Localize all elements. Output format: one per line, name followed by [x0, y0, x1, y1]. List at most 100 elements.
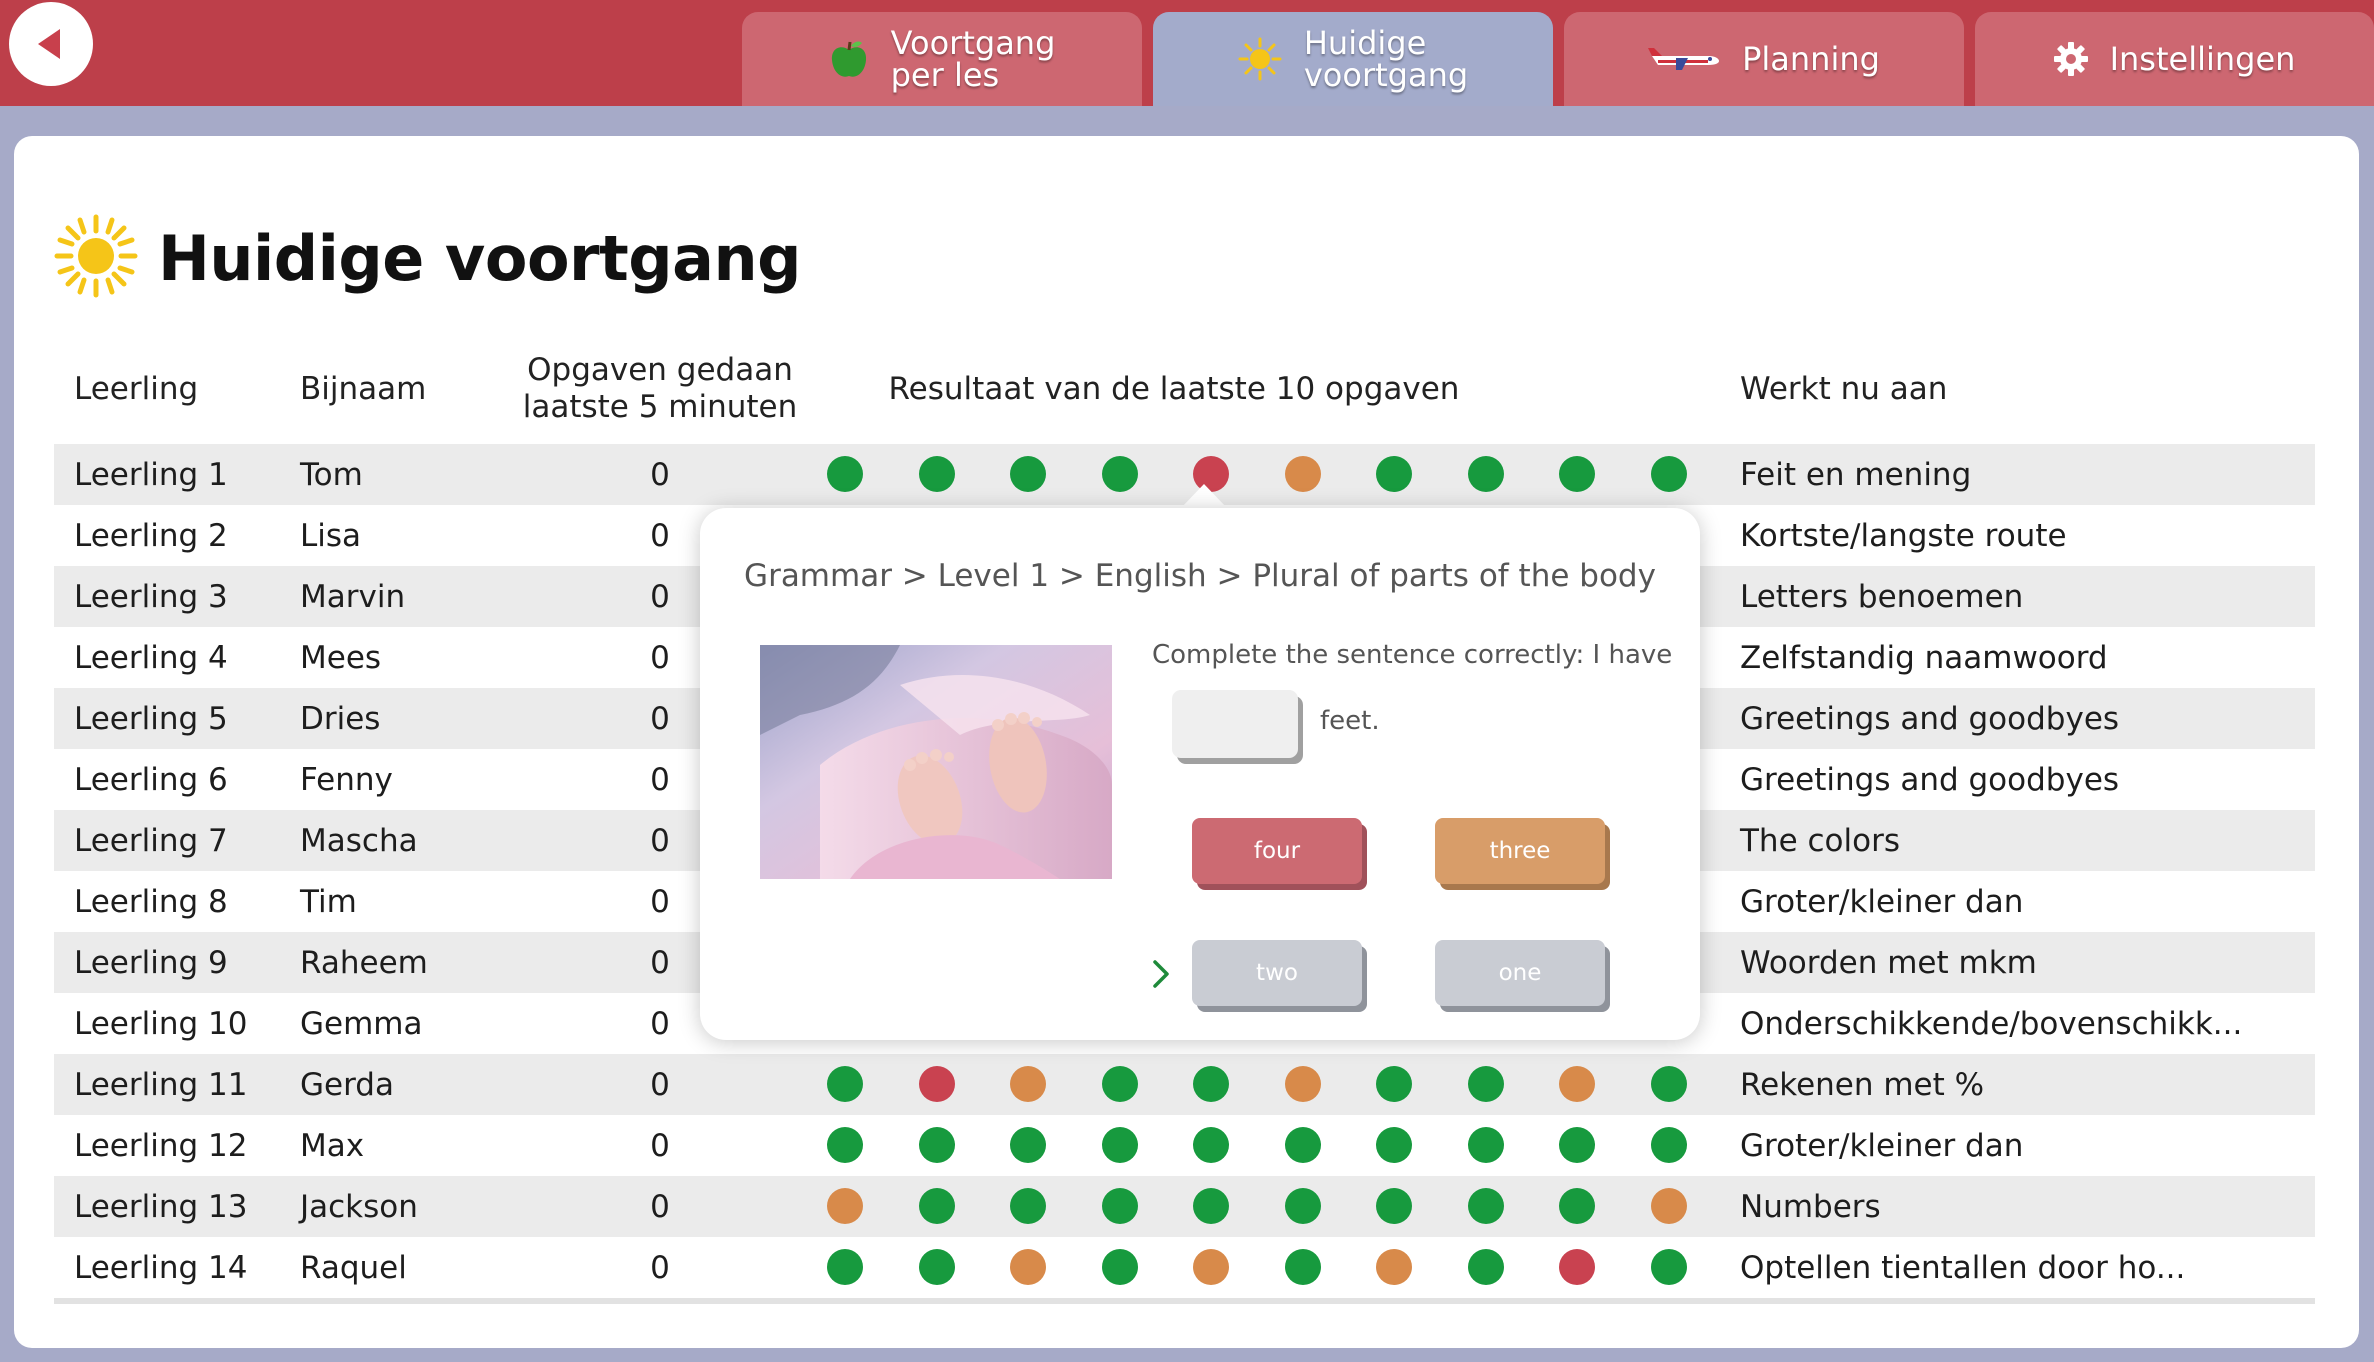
column-header-resultaat: Resultaat van de laatste 10 opgaven [888, 371, 1460, 407]
current-topic: Zelfstandig naamwoord [1740, 639, 2108, 676]
page-header: Huidige voortgang [54, 214, 801, 302]
student-nickname: Jackson [300, 1188, 418, 1225]
result-dot-green[interactable] [1376, 1127, 1412, 1163]
result-dot-green[interactable] [1193, 1066, 1229, 1102]
exercises-count: 0 [650, 1188, 670, 1225]
tab-label: Instellingen [2109, 40, 2296, 78]
exercise-question: Complete the sentence correctly: I have [1152, 640, 1673, 670]
tab-label: Voortgang per les [890, 24, 1056, 94]
table-row[interactable]: Leerling 14 Raquel 0 Optellen tientallen do… [54, 1237, 2315, 1298]
result-dot-red[interactable] [918, 1066, 955, 1102]
student-nickname: Raheem [300, 944, 428, 981]
student-name: Leerling 14 [74, 1249, 248, 1286]
result-dot-green[interactable] [1010, 456, 1046, 492]
result-dot-green[interactable] [1467, 456, 1504, 492]
result-dot-red[interactable] [1559, 1249, 1595, 1285]
choice-two-button[interactable]: two [1192, 940, 1362, 1006]
baby-feet-photo [760, 645, 1112, 879]
result-dot-green[interactable] [1376, 1188, 1412, 1224]
result-dot-green[interactable] [827, 456, 863, 492]
student-name: Leerling 8 [74, 883, 228, 920]
result-dot-green[interactable] [918, 1127, 955, 1163]
exercises-count: 0 [650, 1066, 670, 1103]
result-dot-green[interactable] [1010, 1127, 1046, 1163]
choice-three-button[interactable]: three [1435, 818, 1605, 884]
tab-instellingen[interactable]: Instellingen [1975, 12, 2374, 106]
result-dots [810, 1176, 1687, 1237]
result-dot-green[interactable] [1376, 1066, 1412, 1102]
result-dot-green[interactable] [918, 456, 955, 492]
result-dot-orange[interactable] [1010, 1066, 1046, 1102]
student-nickname: Lisa [300, 517, 362, 554]
result-dot-green[interactable] [827, 1066, 863, 1102]
current-topic: Feit en mening [1740, 456, 1972, 493]
student-nickname: Gemma [300, 1005, 423, 1042]
column-header-bijnaam: Bijnaam [300, 371, 427, 407]
result-dot-green[interactable] [1284, 1249, 1321, 1285]
choice-one-button[interactable]: one [1435, 940, 1605, 1006]
result-dot-green[interactable] [1101, 1127, 1138, 1163]
result-dot-orange[interactable] [1284, 1066, 1321, 1102]
result-dot-green[interactable] [1101, 1249, 1138, 1285]
choice-four-button[interactable]: four [1192, 818, 1362, 884]
tab-voortgang-per-les[interactable]: Voortgang per les [742, 12, 1142, 106]
student-nickname: Dries [300, 700, 381, 737]
student-nickname: Raquel [300, 1249, 407, 1286]
result-dot-green[interactable] [1559, 456, 1595, 492]
student-nickname: Marvin [300, 578, 406, 615]
result-dot-green[interactable] [1650, 1066, 1687, 1102]
result-dot-orange[interactable] [1010, 1249, 1046, 1285]
result-dot-green[interactable] [1650, 456, 1687, 492]
tab-label: Huidige voortgang [1303, 24, 1469, 94]
tab-huidige-voortgang[interactable]: Huidige voortgang [1153, 12, 1553, 106]
result-dot-green[interactable] [827, 1249, 863, 1285]
current-topic: Letters benoemen [1740, 578, 2024, 615]
result-dot-green[interactable] [1284, 1127, 1321, 1163]
table-divider [54, 1298, 2315, 1304]
exercise-preview-popup: Grammar > Level 1 > English > Plural of … [700, 508, 1700, 1040]
result-dot-orange[interactable] [827, 1188, 863, 1224]
result-dot-green[interactable] [827, 1127, 863, 1163]
result-dots [810, 1054, 1687, 1115]
result-dot-green[interactable] [1559, 1127, 1595, 1163]
student-name: Leerling 7 [74, 822, 228, 859]
result-dot-green[interactable] [1101, 1066, 1138, 1102]
result-dot-green[interactable] [1650, 1249, 1687, 1285]
table-row[interactable]: Leerling 13 Jackson 0 Numbers [54, 1176, 2315, 1237]
page-title: Huidige voortgang [158, 221, 801, 295]
result-dot-green[interactable] [1376, 456, 1412, 492]
answer-drop-slot[interactable] [1172, 690, 1298, 758]
result-dot-green[interactable] [918, 1249, 955, 1285]
current-topic: Kortste/langste route [1740, 517, 2067, 554]
result-dot-green[interactable] [1650, 1127, 1687, 1163]
tab-planning[interactable]: Planning [1564, 12, 1964, 106]
result-dot-green[interactable] [1467, 1127, 1504, 1163]
top-navigation-bar: Voortgang per les Huidige voortgang Plan… [0, 0, 2374, 106]
result-dot-orange[interactable] [1559, 1066, 1595, 1102]
sun-icon [54, 214, 138, 302]
result-dot-green[interactable] [1467, 1066, 1504, 1102]
result-dot-green[interactable] [1101, 1188, 1138, 1224]
result-dot-green[interactable] [1467, 1249, 1504, 1285]
result-dot-green[interactable] [1559, 1188, 1595, 1224]
result-dot-green[interactable] [918, 1188, 955, 1224]
student-name: Leerling 10 [74, 1005, 248, 1042]
table-row[interactable]: Leerling 12 Max 0 Groter/kleiner dan [54, 1115, 2315, 1176]
result-dot-green[interactable] [1284, 1188, 1321, 1224]
result-dot-orange[interactable] [1284, 456, 1321, 492]
exercises-count: 0 [650, 1127, 670, 1164]
result-dot-green[interactable] [1193, 1188, 1229, 1224]
result-dot-green[interactable] [1193, 1127, 1229, 1163]
student-name: Leerling 2 [74, 517, 228, 554]
back-button[interactable] [9, 2, 93, 86]
result-dot-orange[interactable] [1376, 1249, 1412, 1285]
table-row[interactable]: Leerling 11 Gerda 0 Rekenen met % [54, 1054, 2315, 1115]
student-nickname: Tim [300, 883, 357, 920]
result-dot-green[interactable] [1101, 456, 1138, 492]
apple-icon [829, 38, 869, 80]
result-dot-green[interactable] [1467, 1188, 1504, 1224]
result-dot-orange[interactable] [1650, 1188, 1687, 1224]
result-dot-orange[interactable] [1193, 1249, 1229, 1285]
result-dot-green[interactable] [1010, 1188, 1046, 1224]
current-topic: Greetings and goodbyes [1740, 761, 2120, 798]
